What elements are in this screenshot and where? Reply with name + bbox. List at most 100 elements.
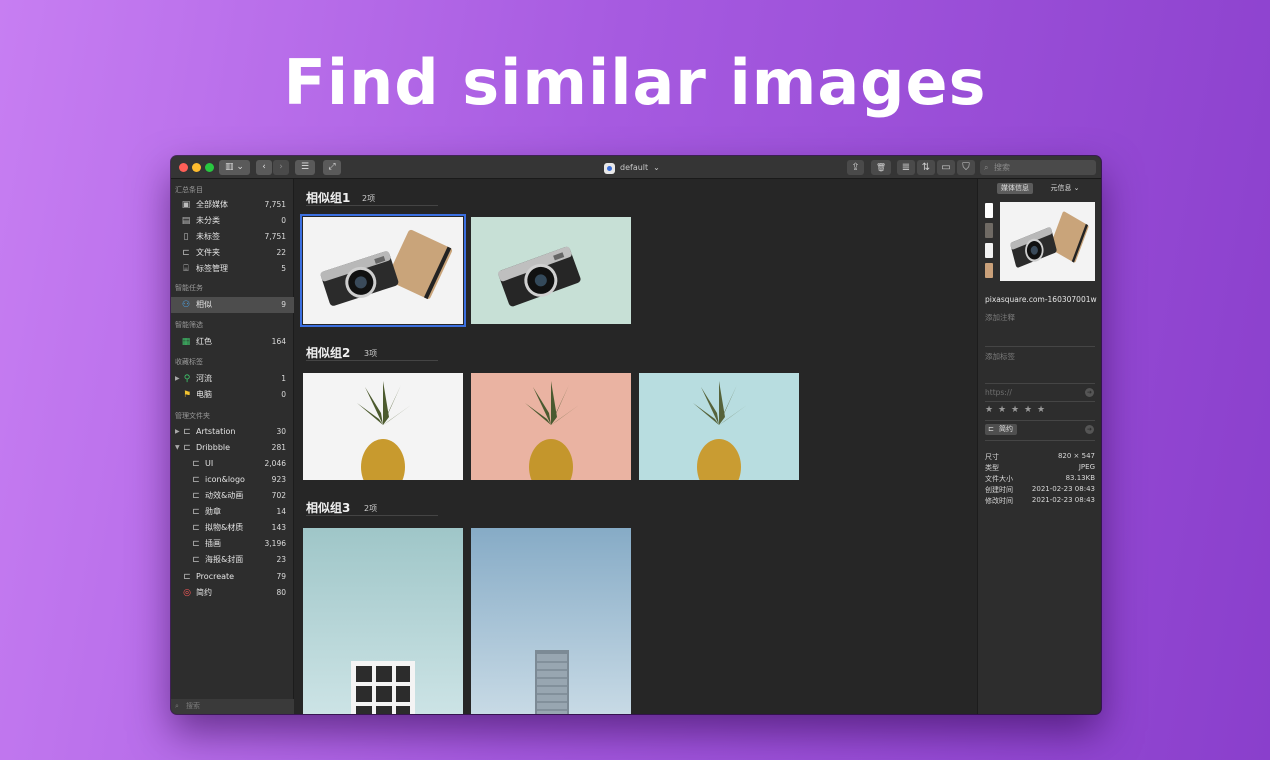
color-swatch[interactable]: [985, 243, 993, 258]
sidebar-item-folder-artstation[interactable]: ▶ ⊏ Artstation 30: [171, 424, 294, 440]
sidebar-item-folder-dribbble[interactable]: ▼ ⊏ Dribbble 281: [171, 440, 294, 456]
sidebar-item-similar[interactable]: ⚇ 相似 9: [171, 297, 294, 313]
sidebar-item-count: 281: [271, 443, 286, 452]
url-field[interactable]: https://: [985, 388, 1012, 397]
note-field[interactable]: 添加注释: [985, 312, 1015, 323]
sort-menu-button[interactable]: ☰: [295, 160, 315, 175]
view-toggle-button[interactable]: ▥ ⌄: [219, 160, 250, 175]
untagged-icon: ▯: [183, 232, 189, 242]
expand-arrow-icon[interactable]: ▶: [175, 424, 180, 440]
thumbnail-camera-mint[interactable]: [471, 217, 631, 324]
close-window-button[interactable]: [179, 163, 188, 172]
back-button[interactable]: ‹: [256, 160, 272, 175]
meta-value: 2021-02-23 08:43: [1031, 496, 1095, 504]
sidebar-item-count: 14: [276, 507, 286, 516]
file-name[interactable]: pixasquare.com-160307001w: [985, 295, 1097, 304]
thumbnail-building-tower[interactable]: [471, 528, 631, 714]
sidebar-item-red[interactable]: ▦ 红色 164: [171, 334, 294, 350]
sidebar-item-tag-computer[interactable]: ⚑ 电脑 0: [171, 387, 294, 403]
thumbnail-pineapple-pink[interactable]: [471, 373, 631, 480]
meta-value: 2021-02-23 08:43: [1031, 485, 1095, 493]
color-swatch[interactable]: [985, 223, 993, 238]
sidebar-item-folder-skeuomorphic[interactable]: ⊏ 拟物&材质 143: [171, 520, 294, 536]
sidebar-item-count: 2,046: [264, 459, 286, 468]
folder-icon: ⊏: [182, 248, 190, 258]
minimize-window-button[interactable]: [192, 163, 201, 172]
sidebar-item-label: 全部媒体: [196, 200, 228, 209]
forward-button[interactable]: ›: [273, 160, 289, 175]
library-switcher[interactable]: default ⌄: [604, 161, 660, 175]
list-view-icon[interactable]: ≣: [897, 160, 915, 175]
divider: [985, 440, 1095, 441]
sidebar-item-label: 拟物&材质: [205, 523, 244, 532]
fullscreen-icon[interactable]: ⤢: [323, 160, 341, 175]
sidebar-item-folder-badge[interactable]: ⊏ 勋章 14: [171, 504, 294, 520]
folder-icon: ⊏: [192, 459, 200, 469]
star-icon[interactable]: ★: [1037, 405, 1045, 415]
search-input[interactable]: ⌕ 搜索: [980, 160, 1096, 175]
trash-icon[interactable]: 🗑: [871, 160, 891, 175]
sidebar-search-input[interactable]: ⌕ 搜索: [171, 699, 294, 714]
thumbnail-pineapple-blue[interactable]: [639, 373, 799, 480]
folder-icon: ⊏: [192, 523, 200, 533]
color-swatch[interactable]: [985, 263, 993, 278]
tab-media-info[interactable]: 媒体信息: [997, 183, 1033, 194]
sort-order-icon[interactable]: ⇅: [917, 160, 935, 175]
thumbnail-pineapple-white[interactable]: [303, 373, 463, 480]
section-title-summary: 汇总条目: [175, 186, 203, 194]
rating-stars[interactable]: ★ ★ ★ ★ ★: [985, 405, 1055, 417]
sidebar-item-count: 7,751: [264, 232, 286, 241]
color-swatch[interactable]: [985, 203, 993, 218]
sidebar-item-folder-motion[interactable]: ⊏ 动效&动画 702: [171, 488, 294, 504]
flag-icon: ⚑: [182, 390, 192, 400]
folder-icon: ⊏: [192, 555, 200, 565]
similar-icon: ⚇: [181, 300, 191, 310]
group-count: 2项: [362, 194, 376, 203]
meta-row-modified: 修改时间 2021-02-23 08:43: [985, 496, 1095, 507]
sidebar-item-tag-management[interactable]: ⌸ 标签管理 5: [171, 261, 294, 277]
sidebar-item-uncategorized[interactable]: ▤ 未分类 0: [171, 213, 294, 229]
filter-icon[interactable]: ⛉: [957, 160, 975, 175]
sidebar-item-label: Dribbble: [196, 443, 231, 452]
star-icon[interactable]: ★: [985, 405, 993, 415]
sidebar-item-folders[interactable]: ⊏ 文件夹 22: [171, 245, 294, 261]
sidebar-item-folder-poster[interactable]: ⊏ 海报&封面 23: [171, 552, 294, 568]
thumbnail-camera-notebook[interactable]: [300, 214, 466, 327]
tag-field[interactable]: 添加标签: [985, 351, 1015, 362]
star-icon[interactable]: ★: [998, 405, 1006, 415]
sidebar-item-count: 30: [276, 427, 286, 436]
section-title-smart-tasks: 智能任务: [175, 284, 203, 292]
search-placeholder: 搜索: [186, 702, 200, 710]
open-folder-icon[interactable]: ➜: [1085, 425, 1094, 434]
sidebar-item-folder-ui[interactable]: ⊏ UI 2,046: [171, 456, 294, 472]
sidebar-item-count: 1: [281, 374, 286, 383]
folder-chip[interactable]: ⊏ 简约: [985, 424, 1017, 435]
star-icon[interactable]: ★: [1011, 405, 1019, 415]
sidebar-item-label: 插画: [205, 539, 221, 548]
bike-icon: ⚲: [183, 374, 191, 384]
open-url-icon[interactable]: ➜: [1085, 388, 1094, 397]
share-icon[interactable]: ⇪: [847, 160, 864, 175]
sidebar-item-label: icon&logo: [205, 475, 245, 484]
sidebar-item-label: Procreate: [196, 572, 235, 581]
zoom-window-button[interactable]: [205, 163, 214, 172]
sidebar-item-folder-minimal[interactable]: ◎ 简约 80: [171, 585, 294, 601]
sidebar-item-folder-illustration[interactable]: ⊏ 插画 3,196: [171, 536, 294, 552]
sidebar-item-all-media[interactable]: ▣ 全部媒体 7,751: [171, 197, 294, 213]
expand-arrow-icon[interactable]: ▶: [175, 371, 180, 387]
preview-panel-icon[interactable]: ▭: [937, 160, 955, 175]
main-content: 相似组1 2项 相似组2 3项 相似组3 2项: [295, 179, 976, 714]
tab-meta-info[interactable]: 元信息 ⌄: [1045, 183, 1085, 194]
star-icon[interactable]: ★: [1024, 405, 1032, 415]
sidebar-item-folder-icon-logo[interactable]: ⊏ icon&logo 923: [171, 472, 294, 488]
thumbnail-building-window[interactable]: [303, 528, 463, 714]
collapse-arrow-icon[interactable]: ▼: [175, 440, 180, 456]
sidebar-item-folder-procreate[interactable]: ⊏ Procreate 79: [171, 569, 294, 585]
sidebar-item-label: Artstation: [196, 427, 236, 436]
meta-row-type: 类型 JPEG: [985, 463, 1095, 474]
meta-value: 83.13KB: [1065, 474, 1095, 482]
sidebar-item-count: 5: [281, 264, 286, 273]
sidebar-item-untagged[interactable]: ▯ 未标签 7,751: [171, 229, 294, 245]
sidebar-item-tag-river[interactable]: ▶ ⚲ 河流 1: [171, 371, 294, 387]
media-icon: ▣: [181, 200, 191, 210]
